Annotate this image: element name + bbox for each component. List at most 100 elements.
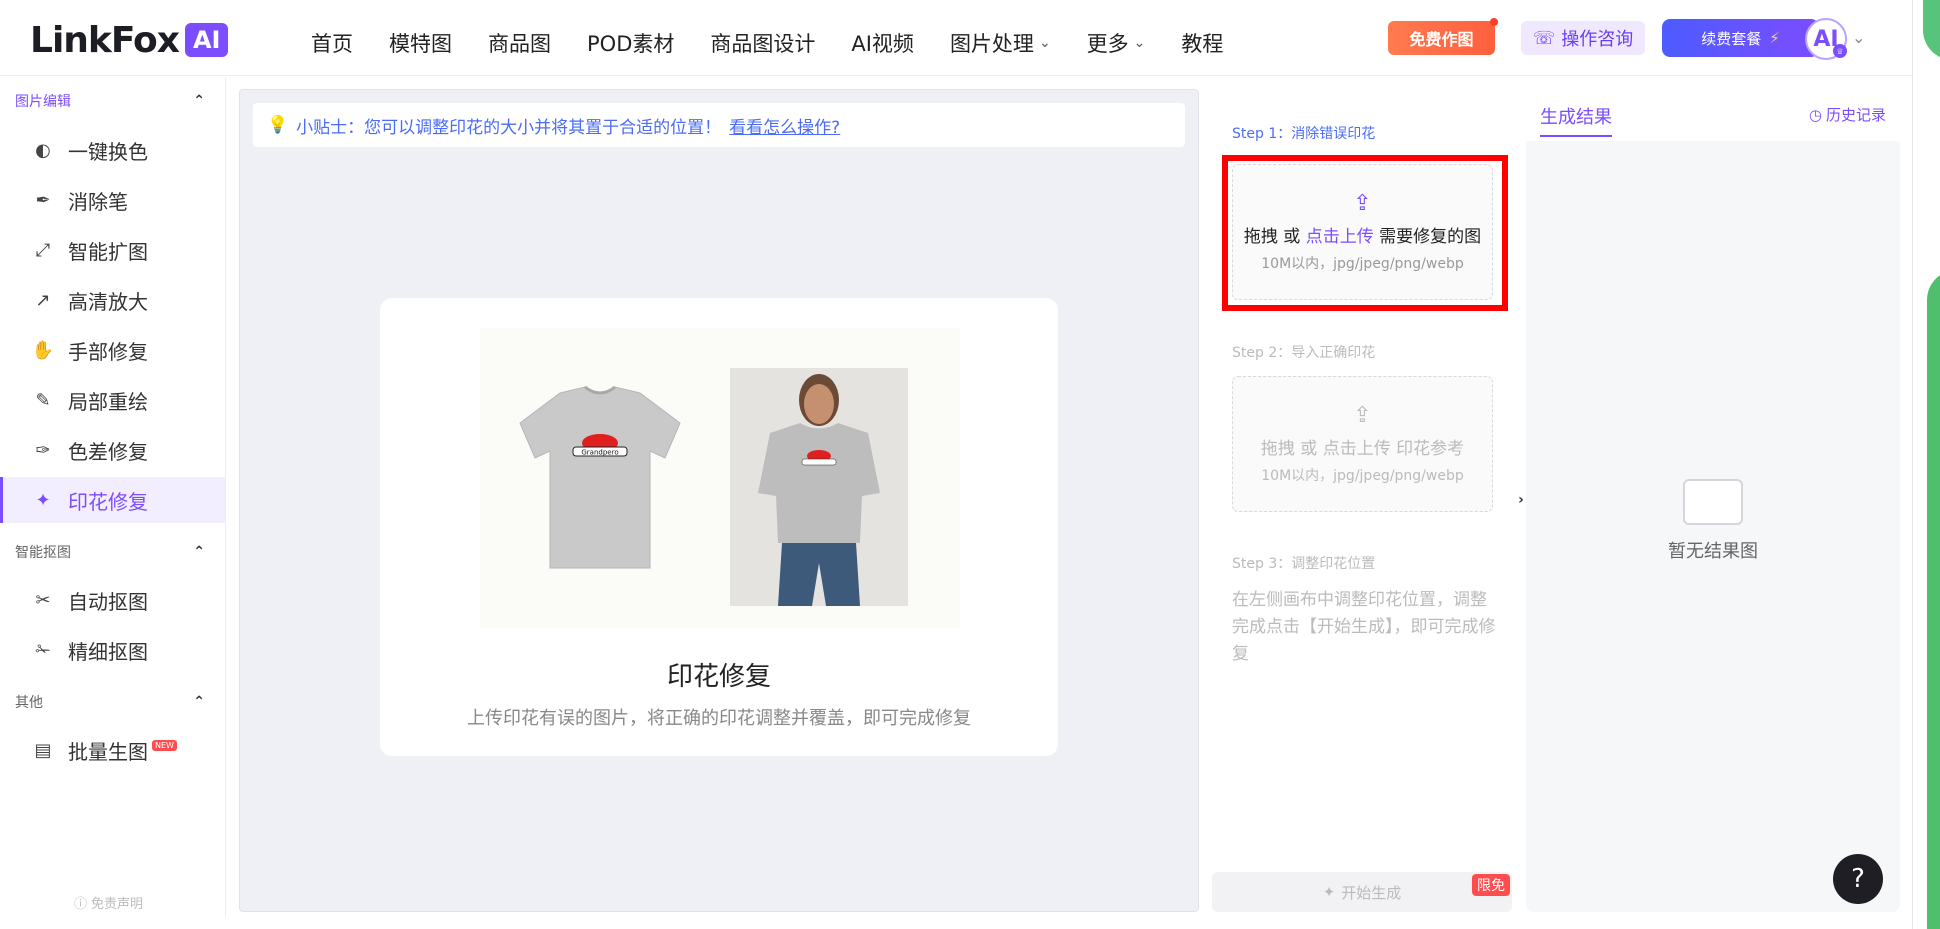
sidebar-item-auto-cutout[interactable]: ✂ 自动抠图 bbox=[0, 577, 225, 623]
example-preview: Grandpero bbox=[480, 328, 960, 628]
hand-icon: ✋ bbox=[31, 339, 55, 361]
consult-button[interactable]: ☏ 操作咨询 bbox=[1521, 21, 1645, 55]
scissors-icon: ✁ bbox=[35, 639, 51, 661]
consult-label: 操作咨询 bbox=[1561, 29, 1634, 50]
group-title-label: 其他 bbox=[15, 695, 43, 711]
nav-label: 模特图 bbox=[389, 32, 452, 56]
empty-box-icon bbox=[1683, 479, 1743, 525]
tshirt-example-image: Grandpero bbox=[519, 385, 681, 569]
disclaimer-label: 免责声明 bbox=[91, 897, 144, 912]
decor-shape bbox=[1923, 0, 1940, 60]
sidebar-item-expand[interactable]: ⤢ 智能扩图 bbox=[0, 227, 225, 273]
disclaimer-link[interactable]: ⓘ 免责声明 bbox=[74, 893, 143, 912]
sidebar-group-cutout[interactable]: 智能抠图 ⌃ bbox=[15, 542, 205, 562]
sidebar-item-upscale[interactable]: ↗ 高清放大 bbox=[0, 277, 225, 323]
lightning-icon: ⚡ bbox=[1769, 29, 1780, 47]
sidebar-item-color-fix[interactable]: ✑ 色差修复 bbox=[0, 427, 225, 473]
sidebar-item-fine-cutout[interactable]: ✁ 精细抠图 bbox=[0, 627, 225, 673]
history-link[interactable]: ◷ 历史记录 bbox=[1809, 104, 1886, 125]
start-generate-label: 开始生成 bbox=[1341, 883, 1402, 902]
linkfox-logo[interactable]: LinkFox AI bbox=[30, 19, 229, 61]
nav-more[interactable]: 更多 ⌄ bbox=[1069, 22, 1164, 64]
nav-tutorial[interactable]: 教程 bbox=[1163, 22, 1241, 64]
sidebar-item-label: 智能扩图 bbox=[68, 239, 148, 264]
sidebar-group-other[interactable]: 其他 ⌃ bbox=[15, 692, 205, 712]
empty-text: 暂无结果图 bbox=[1668, 541, 1758, 562]
lightbulb-icon: 💡 bbox=[267, 115, 289, 135]
sidebar-item-label: 色差修复 bbox=[68, 439, 148, 464]
sidebar-item-label: 消除笔 bbox=[68, 189, 128, 214]
sidebar-item-recolor[interactable]: ◐ 一键换色 bbox=[0, 127, 225, 173]
renew-plan-button[interactable]: 续费套餐 ⚡ bbox=[1662, 19, 1819, 57]
step2-upload-hint: 10M以内，jpg/jpeg/png/webp bbox=[1261, 468, 1464, 484]
help-label: ? bbox=[1851, 864, 1865, 894]
step1-label: Step 1：消除错误印花 bbox=[1232, 126, 1376, 142]
free-create-button[interactable]: 免费作图 bbox=[1388, 18, 1498, 55]
chevron-down-icon[interactable]: ⌄ bbox=[1852, 28, 1865, 47]
help-button[interactable]: ? bbox=[1833, 854, 1883, 904]
edit-icon: ✎ bbox=[35, 389, 51, 411]
group-title-label: 图片编辑 bbox=[15, 94, 71, 110]
nav-label: 商品图 bbox=[488, 32, 551, 56]
user-avatar[interactable]: AI ♕ bbox=[1805, 18, 1847, 60]
nav-product-image[interactable]: 商品图 bbox=[470, 22, 569, 64]
nav-label: 首页 bbox=[311, 32, 353, 56]
sidebar-item-label: 批量生图 bbox=[68, 739, 148, 764]
decor-shape bbox=[1927, 270, 1940, 929]
sidebar: 图片编辑 ⌃ ◐ 一键换色 ✒ 消除笔 ⤢ 智能扩图 ↗ 高清放大 ✋ 手部修复 ✎ 局部重… bbox=[0, 77, 226, 917]
sidebar-item-hand-repair[interactable]: ✋ 手部修复 bbox=[0, 327, 225, 373]
editor-canvas[interactable]: 💡 小贴士：您可以调整印花的大小并将其置于合适的位置！ 看看怎么操作? Gran… bbox=[239, 89, 1199, 912]
magic-wand-icon: ✦ bbox=[1322, 883, 1336, 901]
nav-model-image[interactable]: 模特图 bbox=[371, 22, 470, 64]
tip-text: 小贴士：您可以调整印花的大小并将其置于合适的位置！ bbox=[296, 117, 722, 138]
nav-pod-assets[interactable]: POD素材 bbox=[569, 22, 692, 64]
logo-ai-badge: AI bbox=[184, 23, 229, 57]
nav-home[interactable]: 首页 bbox=[293, 22, 371, 64]
sidebar-item-label: 局部重绘 bbox=[68, 389, 148, 414]
nav-image-processing[interactable]: 图片处理 ⌄ bbox=[932, 22, 1069, 64]
main-nav: 首页 模特图 商品图 POD素材 商品图设计 AI视频 图片处理 ⌄ 更多 ⌄ 教程 bbox=[293, 22, 1241, 64]
logo-text: LinkFox bbox=[30, 19, 180, 61]
sidebar-item-inpaint[interactable]: ✎ 局部重绘 bbox=[0, 377, 225, 423]
chevron-down-icon: ⌄ bbox=[1133, 35, 1146, 51]
sidebar-item-label: 高清放大 bbox=[68, 289, 148, 314]
sidebar-item-batch-generate[interactable]: ▤ 批量生图 NEW bbox=[0, 727, 225, 773]
nav-label: 商品图设计 bbox=[710, 32, 816, 56]
card-subtitle: 上传印花有误的图片，将正确的印花调整并覆盖，即可完成修复 bbox=[467, 708, 971, 729]
step2-upload-dropzone[interactable]: ⇪ 拖拽 或 点击上传 印花参考 10M以内，jpg/jpeg/png/webp bbox=[1232, 376, 1493, 512]
tip-banner: 💡 小贴士：您可以调整印花的大小并将其置于合适的位置！ 看看怎么操作? bbox=[253, 103, 1185, 147]
sidebar-item-label: 精细抠图 bbox=[68, 639, 148, 664]
highlight-annotation-box bbox=[1222, 155, 1508, 311]
start-generate-button[interactable]: ✦ 开始生成 限免 bbox=[1212, 872, 1512, 912]
nav-label: 更多 bbox=[1086, 32, 1129, 56]
sidebar-group-image-edit[interactable]: 图片编辑 ⌃ bbox=[15, 91, 205, 111]
upscale-icon: ↗ bbox=[35, 289, 51, 311]
limited-free-badge: 限免 bbox=[1472, 874, 1510, 896]
clock-icon: ◷ bbox=[1808, 105, 1822, 124]
chevron-up-icon: ⌃ bbox=[193, 93, 205, 109]
brush-icon: ✑ bbox=[35, 439, 51, 461]
sidebar-item-print-repair[interactable]: ✦ 印花修复 bbox=[0, 477, 225, 523]
right-edge-decoration bbox=[1912, 0, 1940, 929]
step3-label: Step 3：调整印花位置 bbox=[1232, 556, 1376, 572]
top-navbar: LinkFox AI 首页 模特图 商品图 POD素材 商品图设计 AI视频 图… bbox=[0, 0, 1912, 76]
step2-label: Step 2：导入正确印花 bbox=[1232, 345, 1376, 361]
chevron-up-icon: ⌃ bbox=[193, 544, 205, 560]
tab-results[interactable]: 生成结果 bbox=[1540, 103, 1612, 137]
phone-icon: ☏ bbox=[1532, 27, 1556, 49]
group-title-label: 智能抠图 bbox=[15, 545, 71, 561]
sidebar-item-label: 印花修复 bbox=[68, 489, 148, 514]
chevron-up-icon: ⌃ bbox=[193, 694, 205, 710]
nav-label: AI视频 bbox=[851, 32, 914, 56]
nav-product-design[interactable]: 商品图设计 bbox=[692, 22, 833, 64]
sidebar-item-label: 自动抠图 bbox=[68, 589, 148, 614]
nav-ai-video[interactable]: AI视频 bbox=[833, 22, 932, 64]
card-title: 印花修复 bbox=[666, 662, 771, 692]
model-example-image bbox=[730, 368, 908, 606]
notification-dot bbox=[1490, 18, 1498, 26]
results-panel: 生成结果 ◷ 历史记录 暂无结果图 bbox=[1526, 89, 1900, 912]
step3-instructions: 在左侧画布中调整印花位置，调整完成点击【开始生成】，即可完成修复 bbox=[1232, 590, 1496, 664]
tip-howto-link[interactable]: 看看怎么操作? bbox=[729, 113, 840, 138]
history-label: 历史记录 bbox=[1825, 106, 1886, 124]
sidebar-item-eraser[interactable]: ✒ 消除笔 bbox=[0, 177, 225, 223]
